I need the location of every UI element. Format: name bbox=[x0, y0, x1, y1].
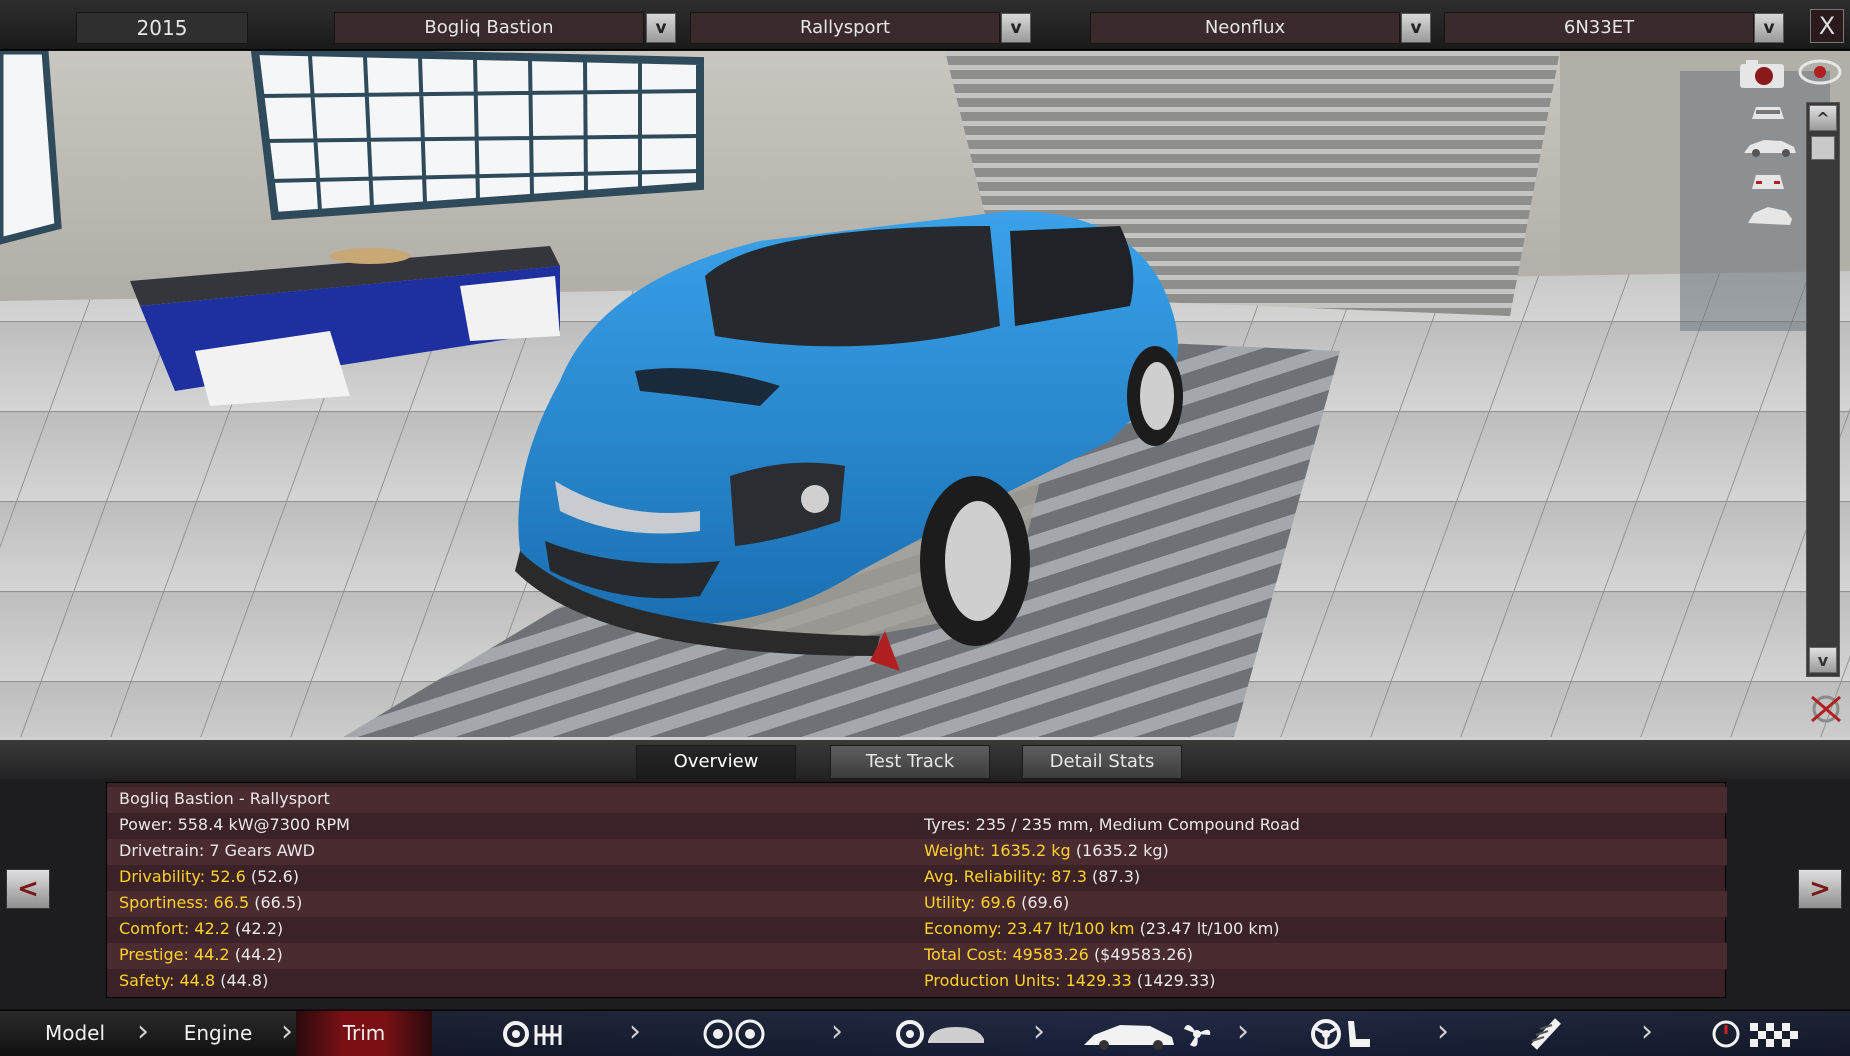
wheels-icon[interactable] bbox=[700, 1017, 770, 1051]
body-design-icon[interactable] bbox=[1080, 1017, 1214, 1051]
next-button[interactable]: > bbox=[1798, 869, 1842, 909]
interior-icon[interactable] bbox=[1310, 1017, 1376, 1051]
stats-row: Safety: 44.8 (44.8) Production Units: 14… bbox=[107, 969, 1727, 995]
tyres-stat: Tyres: 235 / 235 mm, Medium Compound Roa… bbox=[924, 815, 1300, 834]
car-rear-view-icon[interactable] bbox=[1748, 169, 1788, 193]
chevron-right-icon: › bbox=[1641, 1014, 1653, 1049]
model-dropdown-button[interactable]: v bbox=[646, 13, 676, 43]
sportiness-stat: Sportiness: 66.5 (66.5) bbox=[119, 893, 303, 912]
tab-test-track[interactable]: Test Track bbox=[830, 745, 990, 779]
chevron-right-icon: › bbox=[1437, 1014, 1449, 1049]
suspension-icon[interactable] bbox=[1524, 1017, 1570, 1051]
prestige-stat: Prestige: 44.2 (44.2) bbox=[119, 945, 283, 964]
top-bar: 2015 Bogliq Bastion v Rallysport v Neonf… bbox=[0, 0, 1850, 50]
total-cost-stat: Total Cost: 49583.26 ($49583.26) bbox=[924, 945, 1193, 964]
car-angle-view-icon[interactable] bbox=[1744, 203, 1794, 229]
year-field[interactable]: 2015 bbox=[76, 12, 248, 44]
chevron-right-icon: › bbox=[137, 1014, 149, 1049]
tab-detail-stats[interactable]: Detail Stats bbox=[1022, 745, 1182, 779]
utility-stat: Utility: 69.6 (69.6) bbox=[924, 893, 1070, 912]
stats-row: Comfort: 42.2 (42.2) Economy: 23.47 lt/1… bbox=[107, 917, 1727, 943]
stats-row: Power: 558.4 kW@7300 RPM Tyres: 235 / 23… bbox=[107, 813, 1727, 839]
design-step-bar: Model › Engine › Trim › › › › › › bbox=[0, 1010, 1850, 1056]
scroll-up-button[interactable]: ^ bbox=[1809, 105, 1837, 131]
testing-icon[interactable] bbox=[1710, 1017, 1822, 1051]
economy-stat: Economy: 23.47 lt/100 km (23.47 lt/100 k… bbox=[924, 919, 1280, 938]
gearbox-icon[interactable] bbox=[500, 1017, 570, 1051]
reliability-stat: Avg. Reliability: 87.3 (87.3) bbox=[924, 867, 1141, 886]
step-engine[interactable]: Engine bbox=[158, 1011, 278, 1056]
car-front-view-icon[interactable] bbox=[1748, 101, 1788, 123]
company-select[interactable]: Neonflux bbox=[1090, 12, 1400, 44]
camera-icon[interactable] bbox=[1738, 59, 1786, 89]
stats-area: Bogliq Bastion - Rallysport Power: 558.4… bbox=[0, 779, 1850, 1009]
chevron-right-icon: › bbox=[1033, 1014, 1045, 1049]
hide-icon[interactable] bbox=[1806, 691, 1846, 727]
drivetrain-stat: Drivetrain: 7 Gears AWD bbox=[119, 841, 315, 860]
body-aero-icon[interactable] bbox=[896, 1017, 986, 1051]
view-scrollbar[interactable]: ^ v bbox=[1806, 102, 1840, 677]
chevron-right-icon: › bbox=[1237, 1014, 1249, 1049]
power-stat: Power: 558.4 kW@7300 RPM bbox=[119, 815, 350, 834]
stats-row: Sportiness: 66.5 (66.5) Utility: 69.6 (6… bbox=[107, 891, 1727, 917]
drivability-stat: Drivability: 52.6 (52.6) bbox=[119, 867, 299, 886]
scroll-thumb[interactable] bbox=[1811, 136, 1835, 160]
variant-dropdown-button[interactable]: v bbox=[1754, 13, 1784, 43]
garage-scene[interactable] bbox=[0, 51, 1850, 737]
car-side-view-icon[interactable] bbox=[1742, 137, 1798, 157]
variant-code-select[interactable]: 6N33ET bbox=[1444, 12, 1754, 44]
safety-stat: Safety: 44.8 (44.8) bbox=[119, 971, 269, 990]
stats-row: Drivability: 52.6 (52.6) Avg. Reliabilit… bbox=[107, 865, 1727, 891]
trim-select[interactable]: Rallysport bbox=[690, 12, 1000, 44]
chevron-right-icon: › bbox=[281, 1014, 293, 1049]
stats-panel: Bogliq Bastion - Rallysport Power: 558.4… bbox=[106, 782, 1727, 998]
production-units-stat: Production Units: 1429.33 (1429.33) bbox=[924, 971, 1216, 990]
comfort-stat: Comfort: 42.2 (42.2) bbox=[119, 919, 284, 938]
close-button[interactable]: X bbox=[1810, 9, 1844, 43]
company-dropdown-button[interactable]: v bbox=[1401, 13, 1431, 43]
model-select[interactable]: Bogliq Bastion bbox=[334, 12, 644, 44]
chevron-right-icon: › bbox=[831, 1014, 843, 1049]
stats-title: Bogliq Bastion - Rallysport bbox=[119, 789, 330, 808]
stats-row: Prestige: 44.2 (44.2) Total Cost: 49583.… bbox=[107, 943, 1727, 969]
garage-render bbox=[0, 51, 1850, 737]
chevron-right-icon: › bbox=[629, 1014, 641, 1049]
step-trim[interactable]: Trim bbox=[296, 1011, 432, 1056]
trim-dropdown-button[interactable]: v bbox=[1001, 13, 1031, 43]
prev-button[interactable]: < bbox=[6, 869, 50, 909]
tab-bar: Overview Test Track Detail Stats bbox=[0, 737, 1850, 779]
step-model[interactable]: Model bbox=[10, 1011, 140, 1056]
tab-overview[interactable]: Overview bbox=[636, 745, 796, 779]
stats-row: Drivetrain: 7 Gears AWD Weight: 1635.2 k… bbox=[107, 839, 1727, 865]
weight-stat: Weight: 1635.2 kg (1635.2 kg) bbox=[924, 841, 1169, 860]
eye-icon[interactable] bbox=[1798, 57, 1842, 87]
scroll-down-button[interactable]: v bbox=[1809, 647, 1837, 673]
stats-row: Bogliq Bastion - Rallysport bbox=[107, 787, 1727, 813]
